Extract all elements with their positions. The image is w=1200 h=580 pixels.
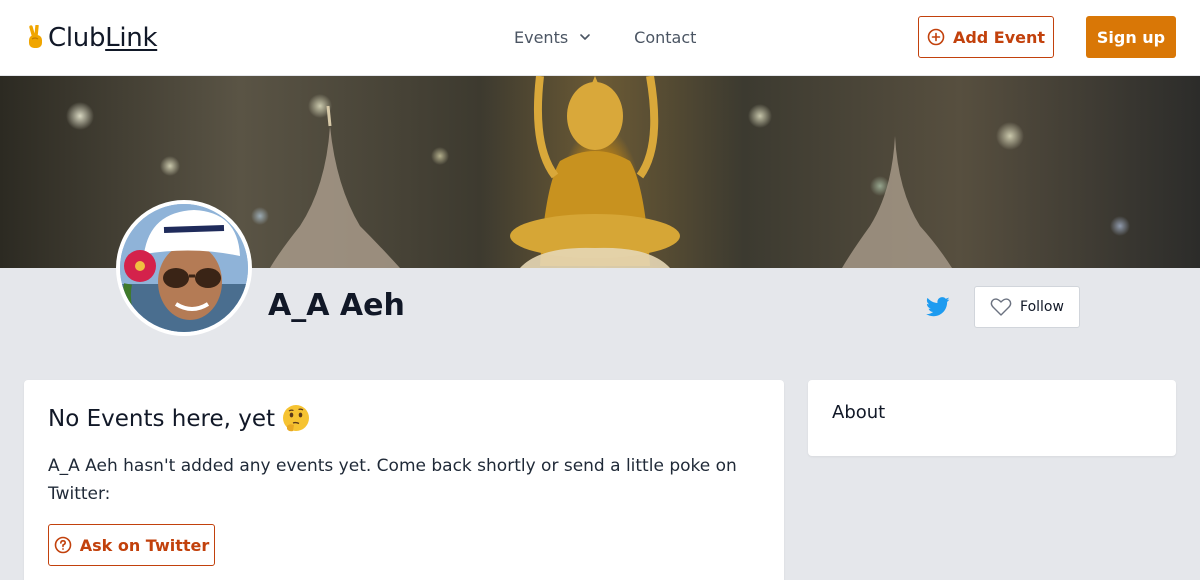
nav-events-label: Events [514, 27, 569, 47]
twitter-icon[interactable] [926, 296, 950, 318]
victory-hand-icon [29, 25, 42, 48]
nav-events-dropdown[interactable]: Events [514, 28, 592, 47]
about-title: About [832, 402, 886, 423]
clublink-logo[interactable]: Club Link [26, 22, 158, 54]
ask-on-twitter-label: Ask on Twitter [79, 535, 210, 555]
ask-on-twitter-button[interactable]: Ask on Twitter [48, 524, 215, 566]
avatar-photo [120, 204, 248, 332]
main-nav: Events Contact [514, 26, 696, 48]
about-card: About [808, 380, 1176, 456]
thinking-face-icon [283, 405, 310, 432]
nav-contact-link[interactable]: Contact [634, 28, 696, 47]
logo-text-link: Link [105, 23, 158, 53]
events-empty-message: A_A Aeh hasn't added any events yet. Com… [48, 456, 737, 504]
logo-text-club: Club [48, 23, 106, 53]
top-navigation-bar: Club Link Events Contact Add Event Sign u… [0, 0, 1200, 76]
nav-contact-label: Contact [634, 27, 697, 47]
question-circle-icon [54, 536, 72, 554]
events-empty-title: No Events here, yet [48, 404, 311, 434]
chevron-down-icon [580, 34, 590, 40]
heart-icon [990, 298, 1012, 316]
profile-name: A_A Aeh [268, 288, 405, 323]
plus-circle-icon [927, 28, 945, 46]
add-event-label: Add Event [952, 27, 1046, 47]
follow-label: Follow [1020, 299, 1064, 315]
sign-up-button[interactable]: Sign up [1086, 16, 1176, 58]
add-event-button[interactable]: Add Event [918, 16, 1054, 58]
profile-avatar [116, 200, 252, 336]
sign-up-label: Sign up [1096, 27, 1166, 47]
events-title-text: No Events here, yet [48, 406, 276, 432]
events-card: No Events here, yet A_A Aeh hasn't added… [24, 380, 784, 580]
follow-button[interactable]: Follow [974, 286, 1080, 328]
